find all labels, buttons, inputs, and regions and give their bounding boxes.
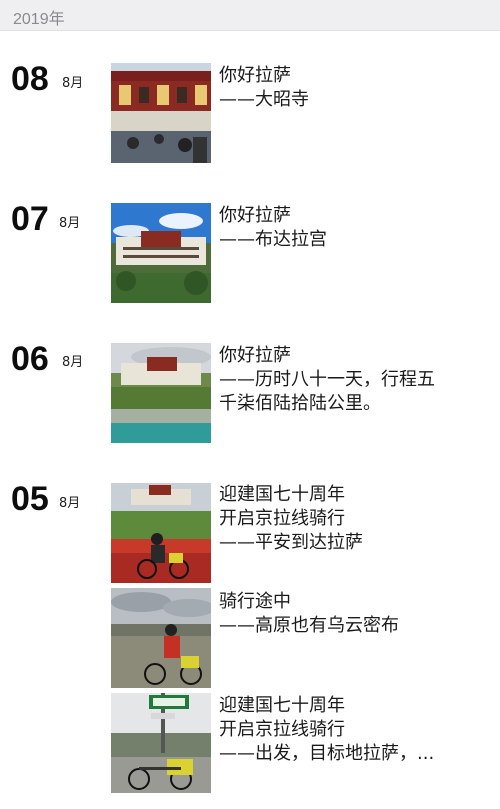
caption-line: ——大昭寺: [219, 89, 309, 110]
photo-thumbnail-cyclist-arrival[interactable]: [111, 483, 211, 583]
caption-line: ——布达拉宫: [219, 229, 327, 250]
caption-line: 你好拉萨: [219, 205, 291, 226]
month-label: 8月: [59, 216, 81, 231]
caption-line: ——历时八十一天，行程五: [219, 369, 435, 390]
year-header: 2019年: [0, 0, 500, 31]
caption-line: 你好拉萨: [219, 65, 291, 86]
photo-thumbnail-potala-palace[interactable]: [111, 203, 211, 303]
photo-thumbnail-cyclist-departure[interactable]: [111, 693, 211, 793]
photo-thumbnail-potala-lake[interactable]: [111, 343, 211, 443]
photo-thumbnail-cyclist-plateau[interactable]: [111, 588, 211, 688]
year-label: 2019年: [13, 11, 65, 28]
caption-line: ——高原也有乌云密布: [219, 615, 399, 636]
day-number: 06: [11, 340, 49, 378]
caption-line: 开启京拉线骑行: [219, 508, 345, 529]
caption-line: ——平安到达拉萨: [219, 532, 363, 553]
photo-thumbnail-jokhang[interactable]: [111, 63, 211, 163]
caption-line: 迎建国七十周年: [219, 695, 345, 716]
entry-caption[interactable]: 你好拉萨 ——布达拉宫: [219, 204, 489, 252]
caption-line: ——出发，目标地拉萨，...: [219, 743, 435, 764]
day-number: 05: [11, 480, 49, 518]
entry-caption[interactable]: 迎建国七十周年 开启京拉线骑行 ——出发，目标地拉萨，...: [219, 694, 489, 766]
day-number: 07: [11, 200, 49, 238]
entry-caption[interactable]: 你好拉萨 ——历时八十一天，行程五 千柒佰陆拾陆公里。: [219, 344, 489, 416]
day-number: 08: [11, 60, 49, 98]
entry-caption[interactable]: 你好拉萨 ——大昭寺: [219, 64, 489, 112]
caption-line: 迎建国七十周年: [219, 484, 345, 505]
caption-line: 骑行途中: [219, 591, 291, 612]
caption-line: 千柒佰陆拾陆公里。: [219, 393, 381, 414]
entry-caption[interactable]: 骑行途中 ——高原也有乌云密布: [219, 590, 489, 638]
month-label: 8月: [59, 496, 81, 511]
month-label: 8月: [62, 355, 84, 370]
entry-caption[interactable]: 迎建国七十周年 开启京拉线骑行 ——平安到达拉萨: [219, 483, 489, 555]
caption-line: 开启京拉线骑行: [219, 719, 345, 740]
caption-line: 你好拉萨: [219, 345, 291, 366]
month-label: 8月: [62, 76, 84, 91]
